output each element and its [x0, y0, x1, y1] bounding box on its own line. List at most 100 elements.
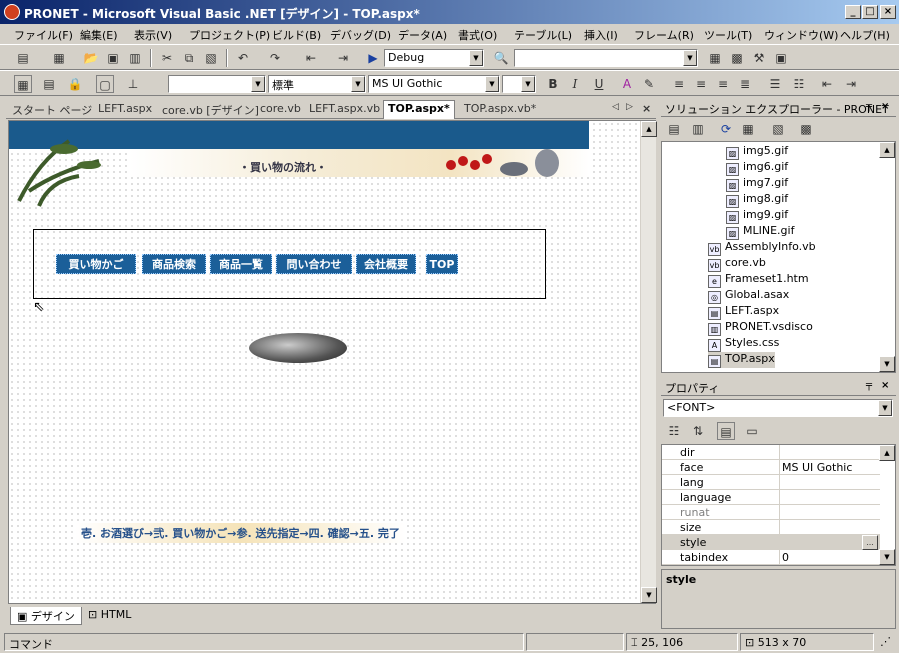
- tree-item-selected[interactable]: ▤ TOP.aspx: [708, 352, 775, 368]
- property-row[interactable]: size: [662, 520, 880, 535]
- chevron-down-icon[interactable]: ▼: [521, 76, 535, 92]
- tab-design[interactable]: ▣ デザイン: [10, 607, 82, 625]
- tree-item[interactable]: ▨ MLINE.gif: [726, 224, 794, 240]
- solution-tree[interactable]: ▨ img5.gif ▨ img6.gif ▨ img7.gif ▨ img8.gif …: [661, 141, 896, 373]
- align-right-icon[interactable]: ≡: [714, 75, 732, 93]
- categorized-icon[interactable]: ☷: [665, 422, 683, 440]
- new-project-icon[interactable]: ▤: [14, 49, 32, 67]
- show-all-files-icon[interactable]: ▦: [739, 120, 757, 138]
- tab-top-aspx[interactable]: TOP.aspx*: [383, 100, 455, 119]
- property-value[interactable]: 0: [782, 551, 789, 564]
- indent-icon[interactable]: ⇥: [842, 75, 860, 93]
- tree-item[interactable]: ▥ PRONET.vsdisco: [708, 320, 813, 336]
- tab-scroll-right-icon[interactable]: ▷: [626, 102, 633, 112]
- menu-project[interactable]: プロジェクト(P): [189, 27, 270, 43]
- menu-edit[interactable]: 編集(E): [80, 27, 118, 43]
- tab-core-vb[interactable]: core.vb: [260, 102, 301, 115]
- copy-project-icon[interactable]: ▧: [769, 120, 787, 138]
- tree-item[interactable]: ▨ img7.gif: [726, 176, 788, 192]
- tree-item[interactable]: ▨ img5.gif: [726, 144, 788, 160]
- cut-icon[interactable]: ✂: [158, 49, 176, 67]
- find-icon[interactable]: 🔍: [492, 49, 510, 67]
- toolbox-icon[interactable]: ⚒: [750, 49, 768, 67]
- outdent-icon[interactable]: ⇤: [818, 75, 836, 93]
- scroll-up-icon[interactable]: ▲: [879, 445, 895, 461]
- undo-icon[interactable]: ↶: [234, 49, 252, 67]
- save-all-icon[interactable]: ▥: [126, 49, 144, 67]
- solution-config-select[interactable]: Debug ▼: [384, 49, 484, 67]
- class-view-icon[interactable]: ▣: [772, 49, 790, 67]
- italic-icon[interactable]: I: [566, 75, 584, 93]
- resize-grip-icon[interactable]: ⋰: [876, 633, 896, 651]
- highlight-icon[interactable]: ✎: [640, 75, 658, 93]
- properties-view-icon[interactable]: ▤: [717, 422, 735, 440]
- bold-icon[interactable]: B: [544, 75, 562, 93]
- paste-icon[interactable]: ▧: [202, 49, 220, 67]
- properties-icon[interactable]: ▩: [728, 49, 746, 67]
- align-left-icon[interactable]: ≡: [670, 75, 688, 93]
- chevron-down-icon[interactable]: ▼: [485, 76, 499, 92]
- chevron-down-icon[interactable]: ▼: [878, 400, 892, 416]
- grid-icon[interactable]: ▦: [14, 75, 32, 93]
- tree-item[interactable]: vb core.vb: [708, 256, 766, 272]
- menu-build[interactable]: ビルド(B): [272, 27, 321, 43]
- properties-grid[interactable]: dir face MS UI Gothic lang language runat…: [661, 444, 896, 566]
- close-pane-icon[interactable]: ×: [881, 380, 889, 391]
- align-center-icon[interactable]: ≡: [692, 75, 710, 93]
- menu-tools[interactable]: ツール(T): [704, 27, 752, 43]
- tree-item[interactable]: ▤ LEFT.aspx: [708, 304, 779, 320]
- pin-icon[interactable]: ╤: [866, 380, 872, 391]
- property-row[interactable]: dir: [662, 445, 880, 460]
- chevron-down-icon[interactable]: ▼: [469, 50, 483, 66]
- font-size-select[interactable]: ▼: [502, 75, 536, 93]
- add-item-icon[interactable]: ▦: [50, 49, 68, 67]
- numbered-list-icon[interactable]: ☷: [790, 75, 808, 93]
- font-name-select[interactable]: MS UI Gothic ▼: [368, 75, 500, 93]
- chevron-down-icon[interactable]: ▼: [683, 50, 697, 66]
- design-scrollbar[interactable]: ▲ ▼: [640, 121, 657, 603]
- lock-icon[interactable]: 🔒: [66, 75, 84, 93]
- nav-company-button[interactable]: 会社概要: [356, 254, 416, 274]
- menu-debug[interactable]: デバッグ(D): [330, 27, 391, 43]
- close-pane-icon[interactable]: ×: [881, 101, 889, 112]
- object-select[interactable]: <FONT> ▼: [663, 399, 893, 417]
- minimize-button[interactable]: _: [845, 5, 861, 19]
- tree-item[interactable]: vb AssemblyInfo.vb: [708, 240, 816, 256]
- nav-list-button[interactable]: 商品一覧: [210, 254, 272, 274]
- property-pages-icon[interactable]: ▭: [743, 422, 761, 440]
- scroll-up-icon[interactable]: ▲: [641, 121, 657, 137]
- tree-item[interactable]: ▨ img8.gif: [726, 192, 788, 208]
- find-combo[interactable]: ▼: [514, 49, 698, 67]
- property-row[interactable]: tabindex 0: [662, 550, 880, 565]
- block-format-select[interactable]: 標準 ▼: [268, 75, 366, 93]
- tab-core-vb-design[interactable]: core.vb [デザイン]: [162, 102, 259, 118]
- property-row[interactable]: face MS UI Gothic: [662, 460, 880, 475]
- tab-html[interactable]: ⊡ HTML: [82, 607, 137, 625]
- scroll-down-icon[interactable]: ▼: [641, 587, 657, 603]
- bullet-list-icon[interactable]: ☰: [766, 75, 784, 93]
- copy-icon[interactable]: ⧉: [180, 49, 198, 67]
- design-surface[interactable]: ・買い物の流れ・ 買い物かご 商品検索 商品一覧 問い合わせ 会社概要 TOP …: [8, 120, 656, 604]
- tab-scroll-left-icon[interactable]: ◁: [612, 102, 619, 112]
- solution-explorer-icon[interactable]: ▦: [706, 49, 724, 67]
- nav-top-button[interactable]: TOP: [426, 254, 458, 274]
- close-tab-icon[interactable]: ×: [642, 102, 651, 115]
- close-button[interactable]: ×: [880, 5, 896, 19]
- show-borders-icon[interactable]: ▢: [96, 75, 114, 93]
- maximize-button[interactable]: □: [862, 5, 878, 19]
- scroll-down-icon[interactable]: ▼: [879, 549, 895, 565]
- tab-start-page[interactable]: スタート ページ: [12, 102, 92, 118]
- menu-insert[interactable]: 挿入(I): [584, 27, 618, 43]
- tree-item[interactable]: ◎ Global.asax: [708, 288, 789, 304]
- nav-cart-button[interactable]: 買い物かご: [56, 254, 136, 274]
- menu-file[interactable]: ファイル(F): [14, 27, 73, 43]
- ellipsis-button[interactable]: …: [862, 535, 878, 550]
- redo-icon[interactable]: ↷: [266, 49, 284, 67]
- menu-help[interactable]: ヘルプ(H): [840, 27, 890, 43]
- show-code-icon[interactable]: ▤: [665, 120, 683, 138]
- font-color-icon[interactable]: A: [618, 75, 636, 93]
- property-row-selected[interactable]: style…: [662, 535, 880, 550]
- style-select[interactable]: ▼: [168, 75, 266, 93]
- navigate-forward-icon[interactable]: ⇥: [334, 49, 352, 67]
- menu-frame[interactable]: フレーム(R): [634, 27, 694, 43]
